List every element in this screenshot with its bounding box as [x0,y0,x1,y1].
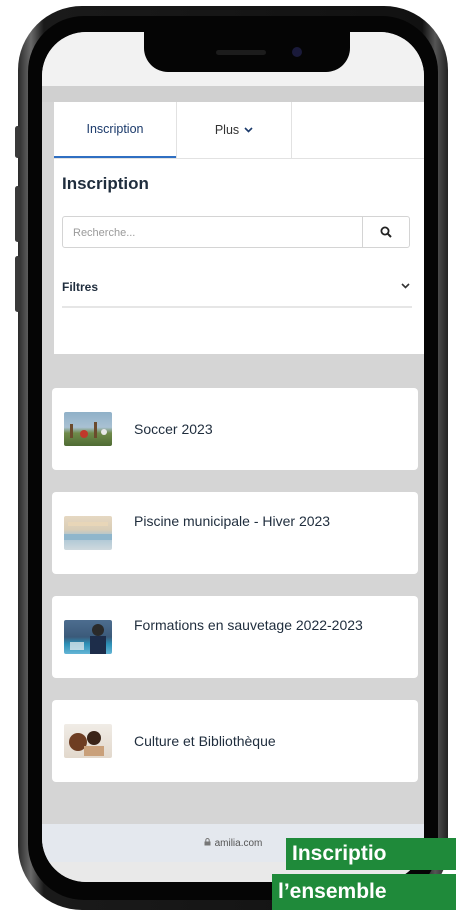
phone-frame: Inscription Plus Inscription Recherche..… [15,6,448,910]
caption-line-2: l’ensemble [272,874,456,910]
search-input[interactable] [63,217,375,249]
page-title: Inscription [62,174,149,193]
phone-volume-down [15,256,20,312]
tab-inscription[interactable]: Inscription [54,102,176,158]
phone-silent-switch [15,126,20,158]
filters-label: Filtres [62,280,99,294]
soccer-thumbnail [64,412,112,446]
library-thumbnail [64,724,112,758]
lock-icon [204,837,211,849]
program-card[interactable]: Culture et Bibliothèque [52,700,418,782]
pool-thumbnail [64,516,112,550]
program-card[interactable]: Soccer 2023 [52,388,418,470]
program-title: Culture et Bibliothèque [134,733,276,749]
tab-inscription-label: Inscription [86,122,144,136]
chevron-down-icon [244,125,253,136]
caption-line-1: Inscriptio [286,838,456,870]
phone-screen: Inscription Plus Inscription Recherche..… [42,32,424,882]
program-title: Soccer 2023 [134,421,213,437]
program-title: Piscine municipale - Hiver 2023 [134,513,331,529]
phone-volume-up [15,186,20,242]
program-title: Formations en sauvetage 2022-2023 [134,617,363,633]
program-card[interactable]: Piscine municipale - Hiver 2023 [52,492,418,574]
url-domain: amilia.com [214,837,263,849]
tab-plus[interactable]: Plus [176,102,292,158]
tab-bar: Inscription Plus [54,102,424,159]
filters-toggle[interactable]: Filtres [62,278,412,308]
phone-bezel: Inscription Plus Inscription Recherche..… [28,16,438,900]
program-card[interactable]: Formations en sauvetage 2022-2023 [52,596,418,678]
front-camera-icon [292,47,302,57]
top-spacer [42,86,424,102]
search-box [62,216,410,249]
phone-notch [144,32,350,72]
search-button[interactable] [362,217,409,247]
header-card: Inscription Plus Inscription Recherche..… [54,102,424,354]
speaker-grille [216,50,266,55]
lifeguard-thumbnail [64,620,112,654]
tab-plus-label: Plus [214,123,240,137]
search-icon [380,226,392,238]
chevron-down-icon [401,280,410,292]
